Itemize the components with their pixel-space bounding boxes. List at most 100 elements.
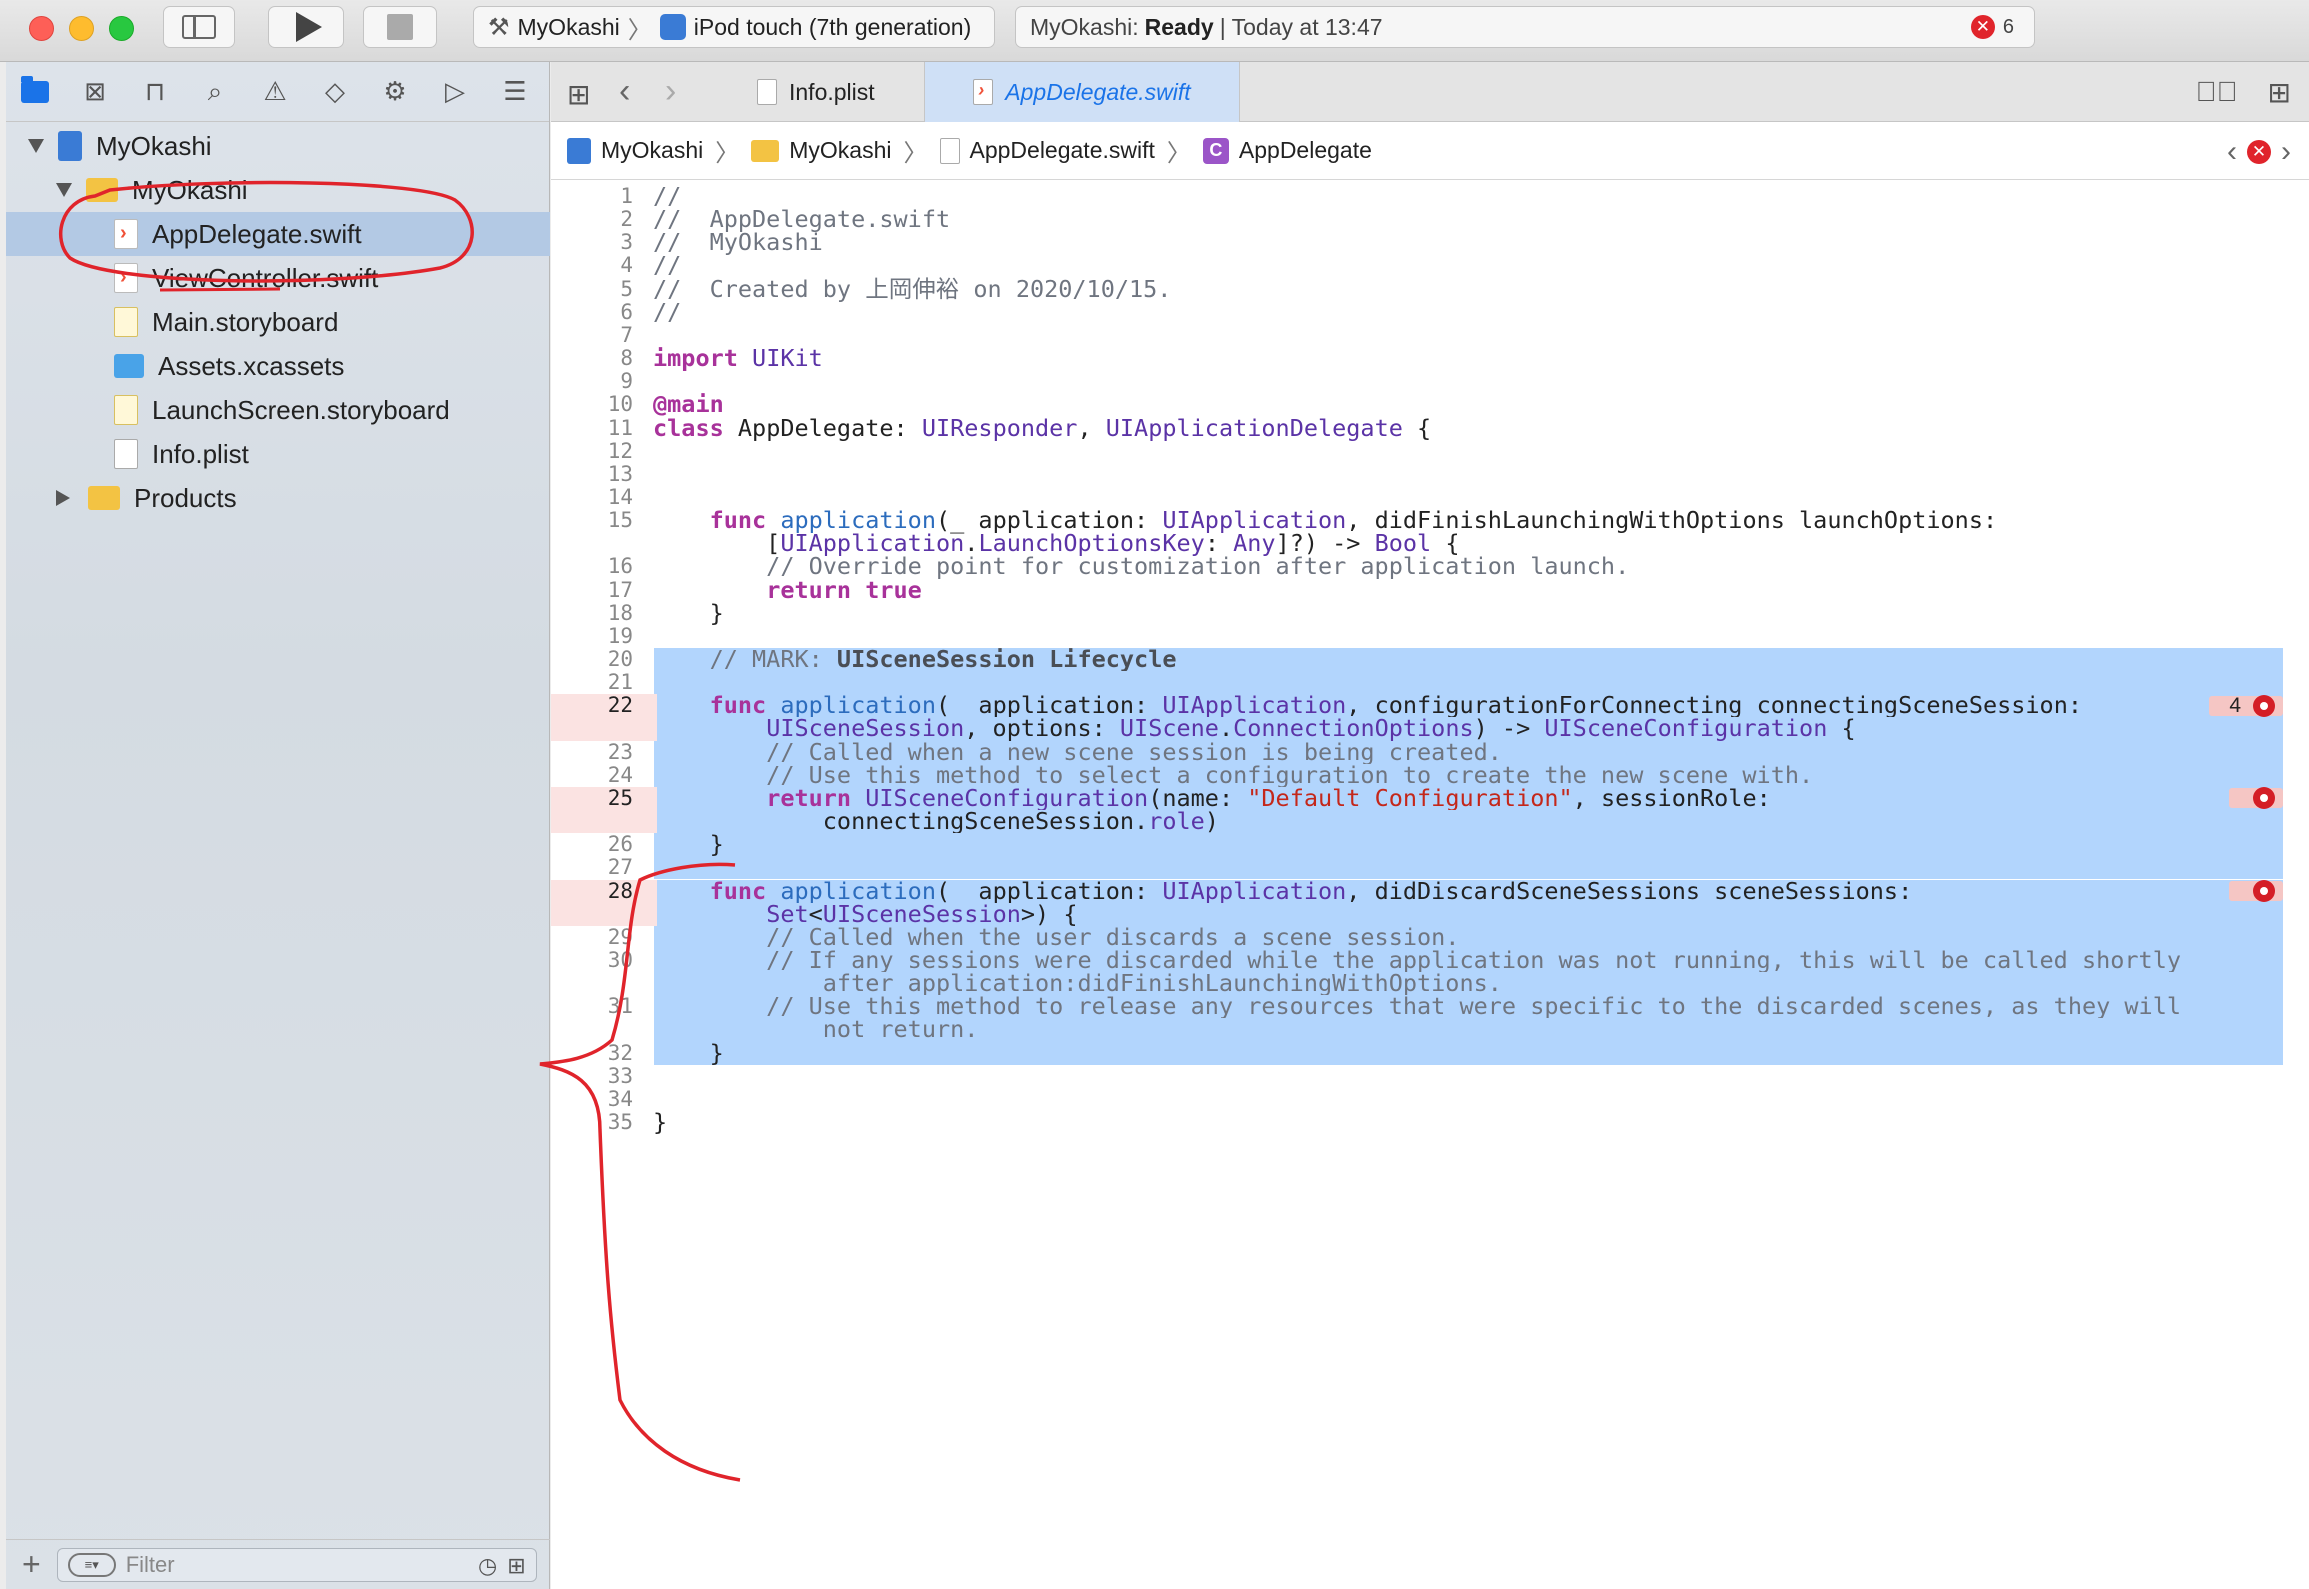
disclosure-open-icon[interactable] xyxy=(56,183,72,197)
scheme-project: MyOkashi xyxy=(517,13,620,40)
code-line[interactable]: 34 xyxy=(551,1087,2309,1111)
recent-files-icon[interactable]: ◷ xyxy=(478,1553,497,1579)
symbol-navigator-tab[interactable]: ⊓ xyxy=(140,76,170,107)
issue-badge[interactable]: 4 xyxy=(2209,694,2283,717)
file-tree-row[interactable]: MyOkashi xyxy=(6,168,550,212)
line-number: 15 xyxy=(607,508,633,533)
close-window-button[interactable] xyxy=(29,16,54,41)
diamond-icon: ◇ xyxy=(325,76,345,106)
file-tree-row[interactable]: MyOkashi xyxy=(6,124,550,168)
code-line[interactable]: connectingSceneSession.role) xyxy=(551,809,2309,834)
code-area[interactable]: 1//2// AppDelegate.swift 3// MyOkashi 4//5… xyxy=(551,181,2309,1589)
issue-badge[interactable] xyxy=(2229,880,2283,902)
code-line[interactable]: 9 xyxy=(551,370,2309,393)
code-line[interactable]: 33 xyxy=(551,1064,2309,1088)
toggle-navigator-button[interactable] xyxy=(163,6,235,48)
hierarchy-icon: ⊓ xyxy=(144,76,166,106)
code-line[interactable]: 5 // Created by 上岡伸裕 on 2020/10/15. xyxy=(551,277,2309,301)
class-icon: C xyxy=(1202,137,1229,164)
folder-icon xyxy=(21,75,49,103)
breakpoint-navigator-tab[interactable]: ▷ xyxy=(440,76,470,107)
file-tree-row[interactable]: Info.plist xyxy=(6,432,550,476)
filter-input[interactable]: ≡▾ Filter ◷ ⊞ xyxy=(56,1547,537,1582)
disclosure-open-icon[interactable] xyxy=(28,139,44,153)
code-line[interactable]: 11 class AppDelegate: UIResponder, UIAppl… xyxy=(551,416,2309,440)
issue-badge[interactable] xyxy=(2229,787,2283,810)
back-arrow-icon[interactable]: ‹ xyxy=(619,72,630,111)
code-line[interactable]: not return. xyxy=(551,1018,2309,1042)
run-button[interactable] xyxy=(268,6,344,48)
filter-options-icon[interactable]: ≡▾ xyxy=(67,1552,116,1577)
file-tree-row[interactable]: Assets.xcassets xyxy=(6,344,550,388)
jump-bar-item[interactable]: MyOkashi xyxy=(601,137,703,164)
code-line[interactable]: 8 import UIKit xyxy=(551,346,2309,370)
activity-viewer[interactable]: MyOkashi: Ready | Today at 13:47 ✕ 6 xyxy=(1015,6,2035,48)
file-tree-label: LaunchScreen.storyboard xyxy=(152,394,450,425)
file-tree-label: Assets.xcassets xyxy=(158,350,345,381)
jump-bar-item[interactable]: AppDelegate.swift xyxy=(970,137,1155,164)
project-navigator: ⊠ ⊓ ⌕ ⚠ ◇ ⚙ ▷ ☰ MyOkashi MyOkashi AppDeleg… xyxy=(6,62,550,1589)
chevron-right-icon: 〉 xyxy=(1166,140,1191,167)
scheme-selector[interactable]: ⚒ MyOkashi 〉 iPod touch (7th generation) xyxy=(473,6,995,48)
code-line[interactable]: 18 } xyxy=(551,601,2309,625)
code-line[interactable]: 26 } xyxy=(551,832,2309,857)
tab-appdelegate-swift[interactable]: AppDelegate.swift xyxy=(924,62,1240,122)
disclosure-closed-icon[interactable] xyxy=(56,490,70,506)
line-number: 19 xyxy=(607,623,633,648)
code-line[interactable]: 6 // xyxy=(551,300,2309,324)
file-tree-row[interactable]: ViewController.swift xyxy=(6,256,550,300)
minimize-window-button[interactable] xyxy=(69,16,94,41)
zoom-window-button[interactable] xyxy=(109,16,134,41)
code-line[interactable]: 13 xyxy=(551,462,2309,486)
project-icon xyxy=(58,131,82,161)
chevron-right-icon: 〉 xyxy=(903,140,928,167)
related-items-icon[interactable]: ⊞ xyxy=(567,78,590,111)
line-number xyxy=(551,1018,657,1041)
project-navigator-tab[interactable] xyxy=(20,75,50,107)
source-editor: ⊞ ‹ › Info.plist AppDelegate.swift ☰⃞ ⊞ … xyxy=(551,62,2309,1589)
next-issue-icon[interactable]: › xyxy=(2281,135,2291,169)
text-selection xyxy=(654,833,2283,857)
issue-navigator-tab[interactable]: ⚠ xyxy=(260,76,290,107)
line-number: 14 xyxy=(607,484,633,509)
forward-arrow-icon[interactable]: › xyxy=(665,72,676,111)
error-icon[interactable]: ✕ xyxy=(2247,140,2271,164)
code-line[interactable]: 12 xyxy=(551,438,2309,463)
source-control-filter-icon[interactable]: ⊞ xyxy=(507,1553,525,1579)
activity-time: | Today at 13:47 xyxy=(1219,13,1383,40)
file-tree-row[interactable]: Products xyxy=(6,476,550,520)
line-number: 7 xyxy=(620,322,633,347)
line-number: 26 xyxy=(607,832,633,857)
line-number: 12 xyxy=(607,438,633,463)
line-number xyxy=(551,532,657,555)
code-line[interactable]: 17 return true xyxy=(551,578,2309,602)
code-line[interactable]: 32 } xyxy=(551,1040,2309,1065)
stop-button[interactable] xyxy=(363,6,437,48)
source-control-tab[interactable]: ⊠ xyxy=(80,76,110,107)
debug-navigator-tab[interactable]: ⚙ xyxy=(380,76,410,107)
error-badge[interactable]: ✕ 6 xyxy=(1970,15,2014,39)
plist-icon xyxy=(114,439,138,469)
line-number: 32 xyxy=(607,1040,633,1065)
add-icon[interactable]: + xyxy=(22,1546,41,1583)
file-tree-label: ViewController.swift xyxy=(152,262,379,293)
code-line[interactable]: 35} xyxy=(551,1110,2309,1134)
add-editor-icon[interactable]: ⊞ xyxy=(2268,76,2291,109)
jump-bar-item[interactable]: MyOkashi xyxy=(789,137,891,164)
line-number: 28 xyxy=(551,879,657,903)
previous-issue-icon[interactable]: ‹ xyxy=(2227,135,2237,169)
find-navigator-tab[interactable]: ⌕ xyxy=(200,76,230,107)
tab-info-plist[interactable]: Info.plist xyxy=(741,62,941,122)
project-icon xyxy=(567,137,591,164)
code-line[interactable]: 3// MyOkashi xyxy=(551,231,2309,255)
jump-bar-item[interactable]: AppDelegate xyxy=(1239,137,1372,164)
code-line[interactable]: 10 @main xyxy=(551,393,2309,417)
file-tree-row[interactable]: Main.storyboard xyxy=(6,300,550,344)
test-navigator-tab[interactable]: ◇ xyxy=(320,76,350,107)
code-line[interactable]: 20 // MARK: UISceneSession Lifecycle xyxy=(551,647,2309,672)
report-navigator-tab[interactable]: ☰ xyxy=(500,76,530,107)
editor-options-icon[interactable]: ☰⃞ xyxy=(2196,76,2238,109)
window-toolbar: ⚒ MyOkashi 〉 iPod touch (7th generation)… xyxy=(0,0,2309,62)
file-tree-row[interactable]: LaunchScreen.storyboard xyxy=(6,388,550,432)
file-tree-row[interactable]: AppDelegate.swift xyxy=(6,212,550,256)
